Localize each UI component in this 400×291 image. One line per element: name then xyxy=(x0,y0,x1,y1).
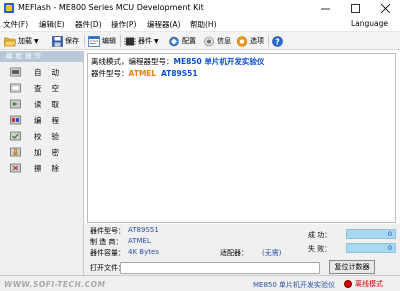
chevron-down-icon[interactable]: ▼ xyxy=(34,38,39,45)
status-programmer-model: ME850 单片机开发实验仪 xyxy=(253,281,336,289)
adapter-label: 适配器： xyxy=(220,249,248,257)
verify-icon xyxy=(10,131,21,141)
manufacturer-label: 制 造 商： xyxy=(90,238,123,246)
erase-icon xyxy=(10,163,21,173)
edit-button[interactable]: 编辑 xyxy=(88,34,116,48)
sidebar-item-label: 自动 xyxy=(34,68,69,77)
config-label: 配置 xyxy=(182,37,196,45)
device-label: 器件 xyxy=(138,37,152,45)
program-icon xyxy=(10,115,21,125)
maximize-icon xyxy=(350,4,360,13)
chevron-down-icon[interactable]: ▼ xyxy=(154,38,159,45)
status-led-icon xyxy=(344,280,352,288)
sidebar-item-verify[interactable]: 校验 xyxy=(0,129,84,143)
window-title: MEFlash - ME800 Series MCU Development K… xyxy=(18,3,204,12)
load-label: 加载 xyxy=(18,37,32,45)
sidebar-item-blank-check[interactable]: 查空 xyxy=(0,81,84,95)
help-icon: ? xyxy=(272,35,283,47)
watermark: WWW.SOFI-TECH.COM xyxy=(4,280,106,289)
adapter-value: (无需) xyxy=(262,249,282,257)
menu-file[interactable]: 文件(F) xyxy=(3,19,28,30)
success-count: 0 xyxy=(346,229,396,239)
folder-open-icon xyxy=(4,37,16,46)
log-device-model: AT89S51 xyxy=(161,69,198,78)
sidebar-item-label: 编程 xyxy=(34,116,69,125)
app-icon xyxy=(4,3,14,13)
status-mode: 离线模式 xyxy=(355,280,383,288)
capacity-value: 4K Bytes xyxy=(128,248,159,256)
capacity-label: 器件容量： xyxy=(90,249,125,257)
options-label: 选项 xyxy=(250,37,264,45)
save-button[interactable]: 保存 xyxy=(52,34,79,48)
menu-language[interactable]: Language xyxy=(351,19,388,28)
sidebar-item-label: 读取 xyxy=(34,100,69,109)
close-button[interactable] xyxy=(370,0,400,17)
fail-label: 失 败： xyxy=(308,245,332,253)
menu-device[interactable]: 器件(D) xyxy=(75,19,102,30)
success-label: 成 功： xyxy=(308,231,332,239)
minimize-icon xyxy=(320,8,330,10)
edit-window-icon xyxy=(88,35,100,47)
reset-counter-button[interactable]: 复位计数器 xyxy=(329,260,375,274)
help-button[interactable]: ? xyxy=(272,34,285,48)
device-model-label: 器件型号： xyxy=(90,227,125,235)
device-model-value: AT89S51 xyxy=(128,226,159,234)
toolbar-divider xyxy=(84,35,85,47)
menu-help[interactable]: 帮助(H) xyxy=(190,19,217,30)
sidebar-item-read[interactable]: 读取 xyxy=(0,97,84,111)
toolbar: 加载 ▼ 保存 编辑 器件 ▼ 配置 信息 选项 ? xyxy=(0,32,400,50)
sidebar-item-label: 加密 xyxy=(34,148,69,157)
menu-programmer[interactable]: 编程器(A) xyxy=(147,19,180,30)
operations-sidebar: 编程操作 自动 查空 读取 编程 校验 加密 擦除 xyxy=(0,51,84,275)
manufacturer-value: ATMEL xyxy=(128,237,151,245)
close-icon xyxy=(380,4,390,13)
config-button[interactable]: 配置 xyxy=(168,34,196,48)
sidebar-item-label: 查空 xyxy=(34,84,69,93)
options-button[interactable]: 选项 xyxy=(236,34,264,48)
sidebar-item-erase[interactable]: 擦除 xyxy=(0,161,84,175)
minimize-button[interactable] xyxy=(310,0,340,17)
encrypt-icon xyxy=(10,147,21,157)
sidebar-item-label: 校验 xyxy=(34,132,69,141)
log-panel[interactable]: 离线模式，编程器型号：ME850 单片机开发实验仪 器件型号：ATMEL AT8… xyxy=(87,53,396,223)
menu-edit[interactable]: 编辑(E) xyxy=(39,19,65,30)
sidebar-header: 编程操作 xyxy=(0,51,83,62)
device-info-panel: 器件型号： AT89S51 制 造 商： ATMEL 器件容量： 4K Byte… xyxy=(84,224,400,275)
log-device-vendor: ATMEL xyxy=(128,69,157,78)
load-button[interactable]: 加载 ▼ xyxy=(4,34,39,48)
chip-icon xyxy=(124,37,136,45)
title-bar: MEFlash - ME800 Series MCU Development K… xyxy=(0,0,400,17)
save-icon xyxy=(52,35,63,47)
log-line: 器件型号：ATMEL AT89S51 xyxy=(91,68,198,79)
svg-text:?: ? xyxy=(275,37,280,46)
toolbar-divider xyxy=(120,35,121,47)
fail-count: 0 xyxy=(346,243,396,253)
auto-icon xyxy=(10,67,21,77)
log-line: 离线模式，编程器型号：ME850 单片机开发实验仪 xyxy=(91,56,264,67)
sidebar-item-program[interactable]: 编程 xyxy=(0,113,84,127)
edit-label: 编辑 xyxy=(102,37,116,45)
log-device-prefix: 器件型号： xyxy=(91,69,129,78)
maximize-button[interactable] xyxy=(340,0,370,17)
blank-check-icon xyxy=(10,83,21,93)
sidebar-item-auto[interactable]: 自动 xyxy=(0,65,84,79)
gear-icon xyxy=(236,35,248,47)
sidebar-item-encrypt[interactable]: 加密 xyxy=(0,145,84,159)
log-programmer-prefix: 离线模式，编程器型号： xyxy=(91,57,174,66)
device-button[interactable]: 器件 ▼ xyxy=(124,34,159,48)
sidebar-item-label: 擦除 xyxy=(34,164,69,173)
open-file-field[interactable] xyxy=(120,262,320,274)
log-programmer-model: ME850 单片机开发实验仪 xyxy=(173,57,265,66)
info-button[interactable]: 信息 xyxy=(203,34,231,48)
info-label: 信息 xyxy=(217,37,231,45)
status-bar: WWW.SOFI-TECH.COM ME850 单片机开发实验仪 离线模式 xyxy=(0,275,400,291)
menu-operation[interactable]: 操作(P) xyxy=(111,19,136,30)
config-icon xyxy=(169,36,179,46)
save-label: 保存 xyxy=(65,37,79,45)
read-icon xyxy=(10,99,21,109)
menu-bar: 文件(F) 编辑(E) 器件(D) 操作(P) 编程器(A) 帮助(H) Lan… xyxy=(0,17,400,32)
info-icon xyxy=(204,36,214,46)
toolbar-divider xyxy=(268,35,269,47)
